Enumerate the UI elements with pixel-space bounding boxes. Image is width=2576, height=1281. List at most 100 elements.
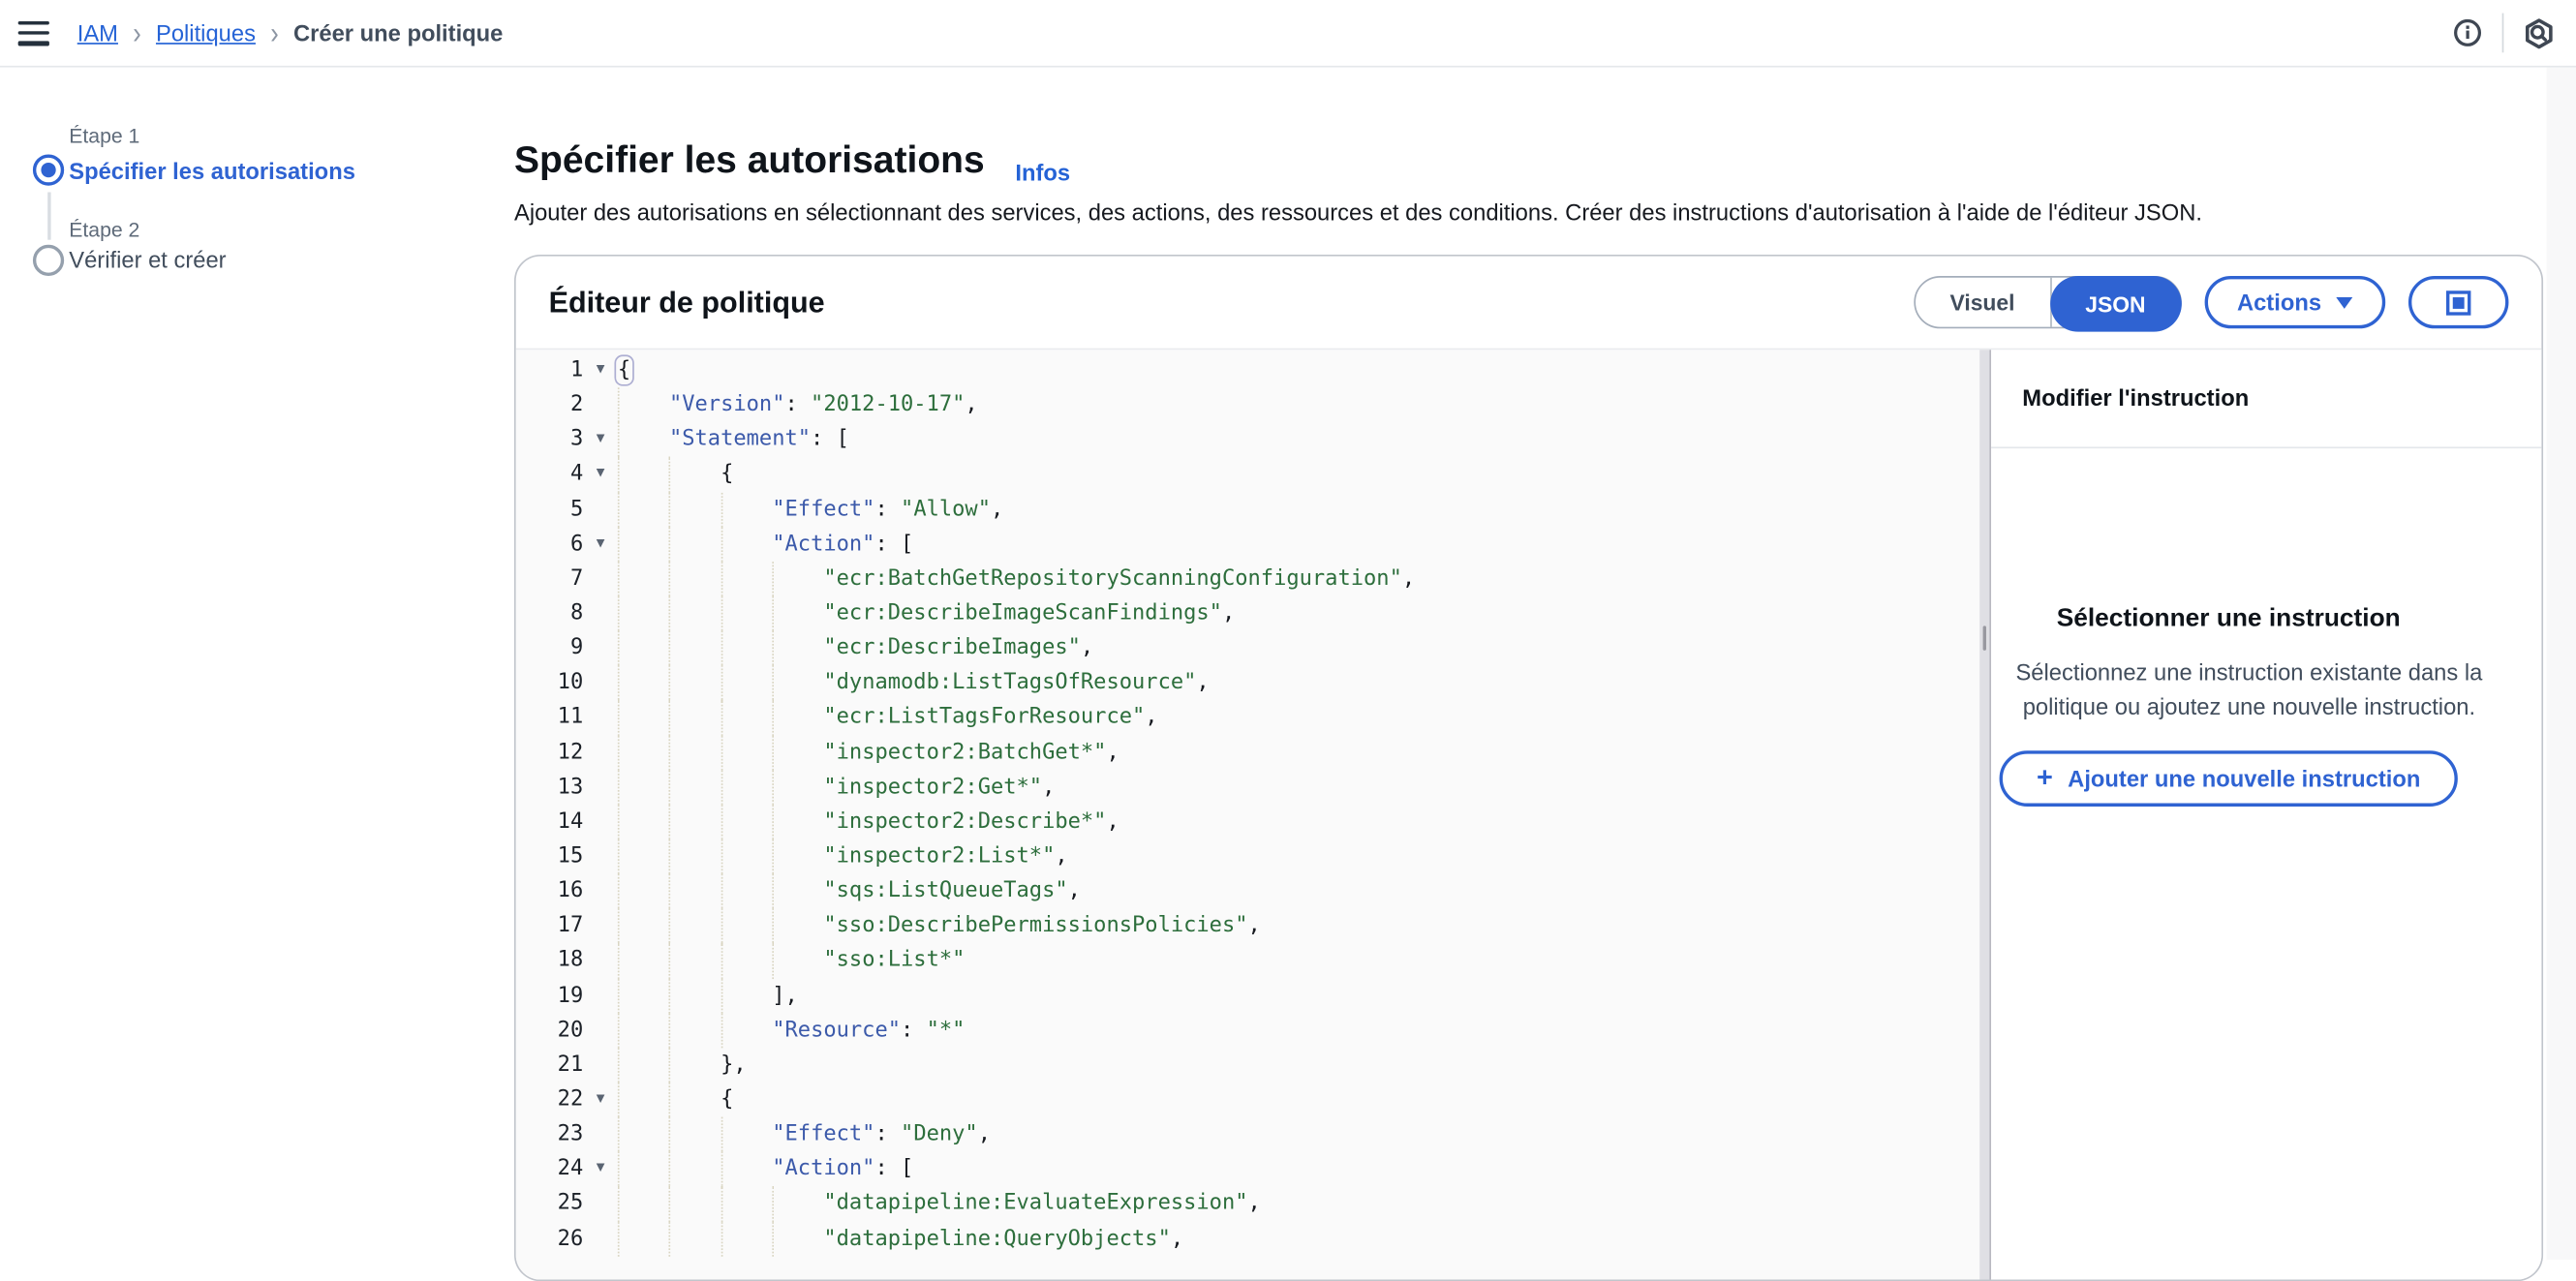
step1-link[interactable]: Spécifier les autorisations — [69, 158, 355, 184]
indent-guide — [772, 1186, 774, 1221]
code-line[interactable]: 9"ecr:DescribeImages", — [516, 631, 1980, 666]
fold-arrow-icon[interactable]: ▼ — [583, 527, 618, 562]
code-content: "Resource": "*" — [618, 1013, 1979, 1048]
json-punctuation: { — [721, 1087, 733, 1112]
code-line[interactable]: 3▼"Statement": [ — [516, 422, 1980, 457]
chevron-right-icon: › — [133, 15, 140, 50]
indent-guide — [618, 562, 620, 596]
fold-spacer — [583, 1186, 618, 1221]
indent-guide — [721, 805, 722, 839]
code-line[interactable]: 8"ecr:DescribeImageScanFindings", — [516, 596, 1980, 631]
fold-spacer — [583, 562, 618, 596]
fold-arrow-icon[interactable]: ▼ — [583, 1152, 618, 1187]
code-line[interactable]: 26"datapipeline:QueryObjects", — [516, 1221, 1980, 1256]
indent-guide — [618, 909, 620, 944]
fold-spacer — [583, 943, 618, 978]
json-code-editor[interactable]: 1▼{2"Version": "2012-10-17",3▼"Statement… — [516, 350, 1980, 1279]
settings-icon[interactable] — [2524, 17, 2555, 48]
code-line[interactable]: 21}, — [516, 1048, 1980, 1083]
fold-arrow-icon[interactable]: ▼ — [583, 457, 618, 492]
step1-label: Étape 1 — [69, 125, 139, 148]
code-line[interactable]: 24▼"Action": [ — [516, 1152, 1980, 1187]
json-string: "sqs:ListQueueTags" — [823, 879, 1067, 903]
json-punctuation: : — [874, 497, 901, 521]
code-content: "Action": [ — [618, 527, 1979, 562]
step2-link[interactable]: Vérifier et créer — [69, 246, 226, 272]
line-number: 24 — [516, 1152, 584, 1187]
page-scroll-gutter[interactable] — [2546, 68, 2576, 1261]
fold-arrow-icon[interactable]: ▼ — [583, 1083, 618, 1117]
code-line[interactable]: 16"sqs:ListQueueTags", — [516, 874, 1980, 909]
fold-arrow-icon[interactable]: ▼ — [583, 353, 618, 388]
indent-guide — [772, 909, 774, 944]
code-line[interactable]: 15"inspector2:List*", — [516, 839, 1980, 874]
indent-guide — [772, 770, 774, 805]
code-line[interactable]: 12"inspector2:BatchGet*", — [516, 735, 1980, 770]
code-line[interactable]: 22▼{ — [516, 1083, 1980, 1117]
indent-guide — [772, 805, 774, 839]
indent-guide — [721, 1152, 722, 1187]
menu-icon[interactable] — [18, 20, 49, 45]
code-line[interactable]: 13"inspector2:Get*", — [516, 770, 1980, 805]
indent-guide — [772, 735, 774, 770]
code-line[interactable]: 6▼"Action": [ — [516, 527, 1980, 562]
actions-button[interactable]: Actions — [2204, 276, 2385, 328]
json-punctuation: }, — [721, 1052, 747, 1077]
topbar-divider — [2502, 14, 2504, 53]
code-line[interactable]: 18"sso:List*" — [516, 943, 1980, 978]
indent-guide — [772, 839, 774, 874]
code-content: "ecr:BatchGetRepositoryScanningConfigura… — [618, 562, 1979, 596]
code-content: "inspector2:List*", — [618, 839, 1979, 874]
indent-guide — [618, 666, 620, 701]
fold-spacer — [583, 631, 618, 666]
add-statement-button[interactable]: + Ajouter une nouvelle instruction — [1999, 751, 2458, 808]
code-line[interactable]: 19], — [516, 978, 1980, 1013]
indent-guide — [669, 909, 671, 944]
info-link[interactable]: Infos — [1015, 160, 1070, 186]
step1-radio-icon — [33, 154, 64, 185]
code-content: "Statement": [ — [618, 422, 1979, 457]
code-content: { — [618, 1083, 1979, 1117]
code-line[interactable]: 23"Effect": "Deny", — [516, 1117, 1980, 1152]
json-string: "dynamodb:ListTagsOfResource" — [823, 671, 1196, 695]
code-content: "sso:List*" — [618, 943, 1979, 978]
fold-spacer — [583, 735, 618, 770]
breadcrumb-politiques[interactable]: Politiques — [156, 19, 256, 46]
panel-resize-handle[interactable] — [1979, 350, 1991, 1279]
code-line[interactable]: 10"dynamodb:ListTagsOfResource", — [516, 666, 1980, 701]
code-line[interactable]: 5"Effect": "Allow", — [516, 492, 1980, 527]
code-line[interactable]: 17"sso:DescribePermissionsPolicies", — [516, 909, 1980, 944]
indent-guide — [772, 562, 774, 596]
code-content: "dynamodb:ListTagsOfResource", — [618, 666, 1979, 701]
line-number: 4 — [516, 457, 584, 492]
toggle-visuel[interactable]: Visuel — [1915, 278, 2051, 327]
code-line[interactable]: 25"datapipeline:EvaluateExpression", — [516, 1186, 1980, 1221]
code-line[interactable]: 4▼{ — [516, 457, 1980, 492]
toggle-json[interactable]: JSON — [2050, 276, 2182, 332]
code-line[interactable]: 1▼{ — [516, 353, 1980, 388]
fold-spacer — [583, 874, 618, 909]
fold-spacer — [583, 770, 618, 805]
code-line[interactable]: 14"inspector2:Describe*", — [516, 805, 1980, 839]
indent-guide — [772, 596, 774, 631]
code-content: "inspector2:Get*", — [618, 770, 1979, 805]
line-number: 8 — [516, 596, 584, 631]
code-line[interactable]: 2"Version": "2012-10-17", — [516, 388, 1980, 423]
fold-spacer — [583, 596, 618, 631]
fold-arrow-icon[interactable]: ▼ — [583, 422, 618, 457]
json-punctuation: : — [874, 1122, 901, 1146]
line-number: 7 — [516, 562, 584, 596]
json-punctuation: , — [1402, 566, 1415, 591]
json-punctuation: , — [1222, 601, 1235, 625]
expand-editor-button[interactable] — [2408, 276, 2508, 328]
indent-guide — [618, 492, 620, 527]
info-icon[interactable] — [2453, 18, 2483, 48]
line-number: 1 — [516, 353, 584, 388]
code-line[interactable]: 7 "ecr:BatchGetRepositoryScanningConfigur… — [516, 562, 1980, 596]
indent-guide — [772, 1221, 774, 1256]
code-line[interactable]: 20"Resource": "*" — [516, 1013, 1980, 1048]
code-content: "Effect": "Deny", — [618, 1117, 1979, 1152]
indent-guide — [721, 735, 722, 770]
breadcrumb-iam[interactable]: IAM — [77, 19, 118, 46]
code-line[interactable]: 11"ecr:ListTagsForResource", — [516, 700, 1980, 735]
